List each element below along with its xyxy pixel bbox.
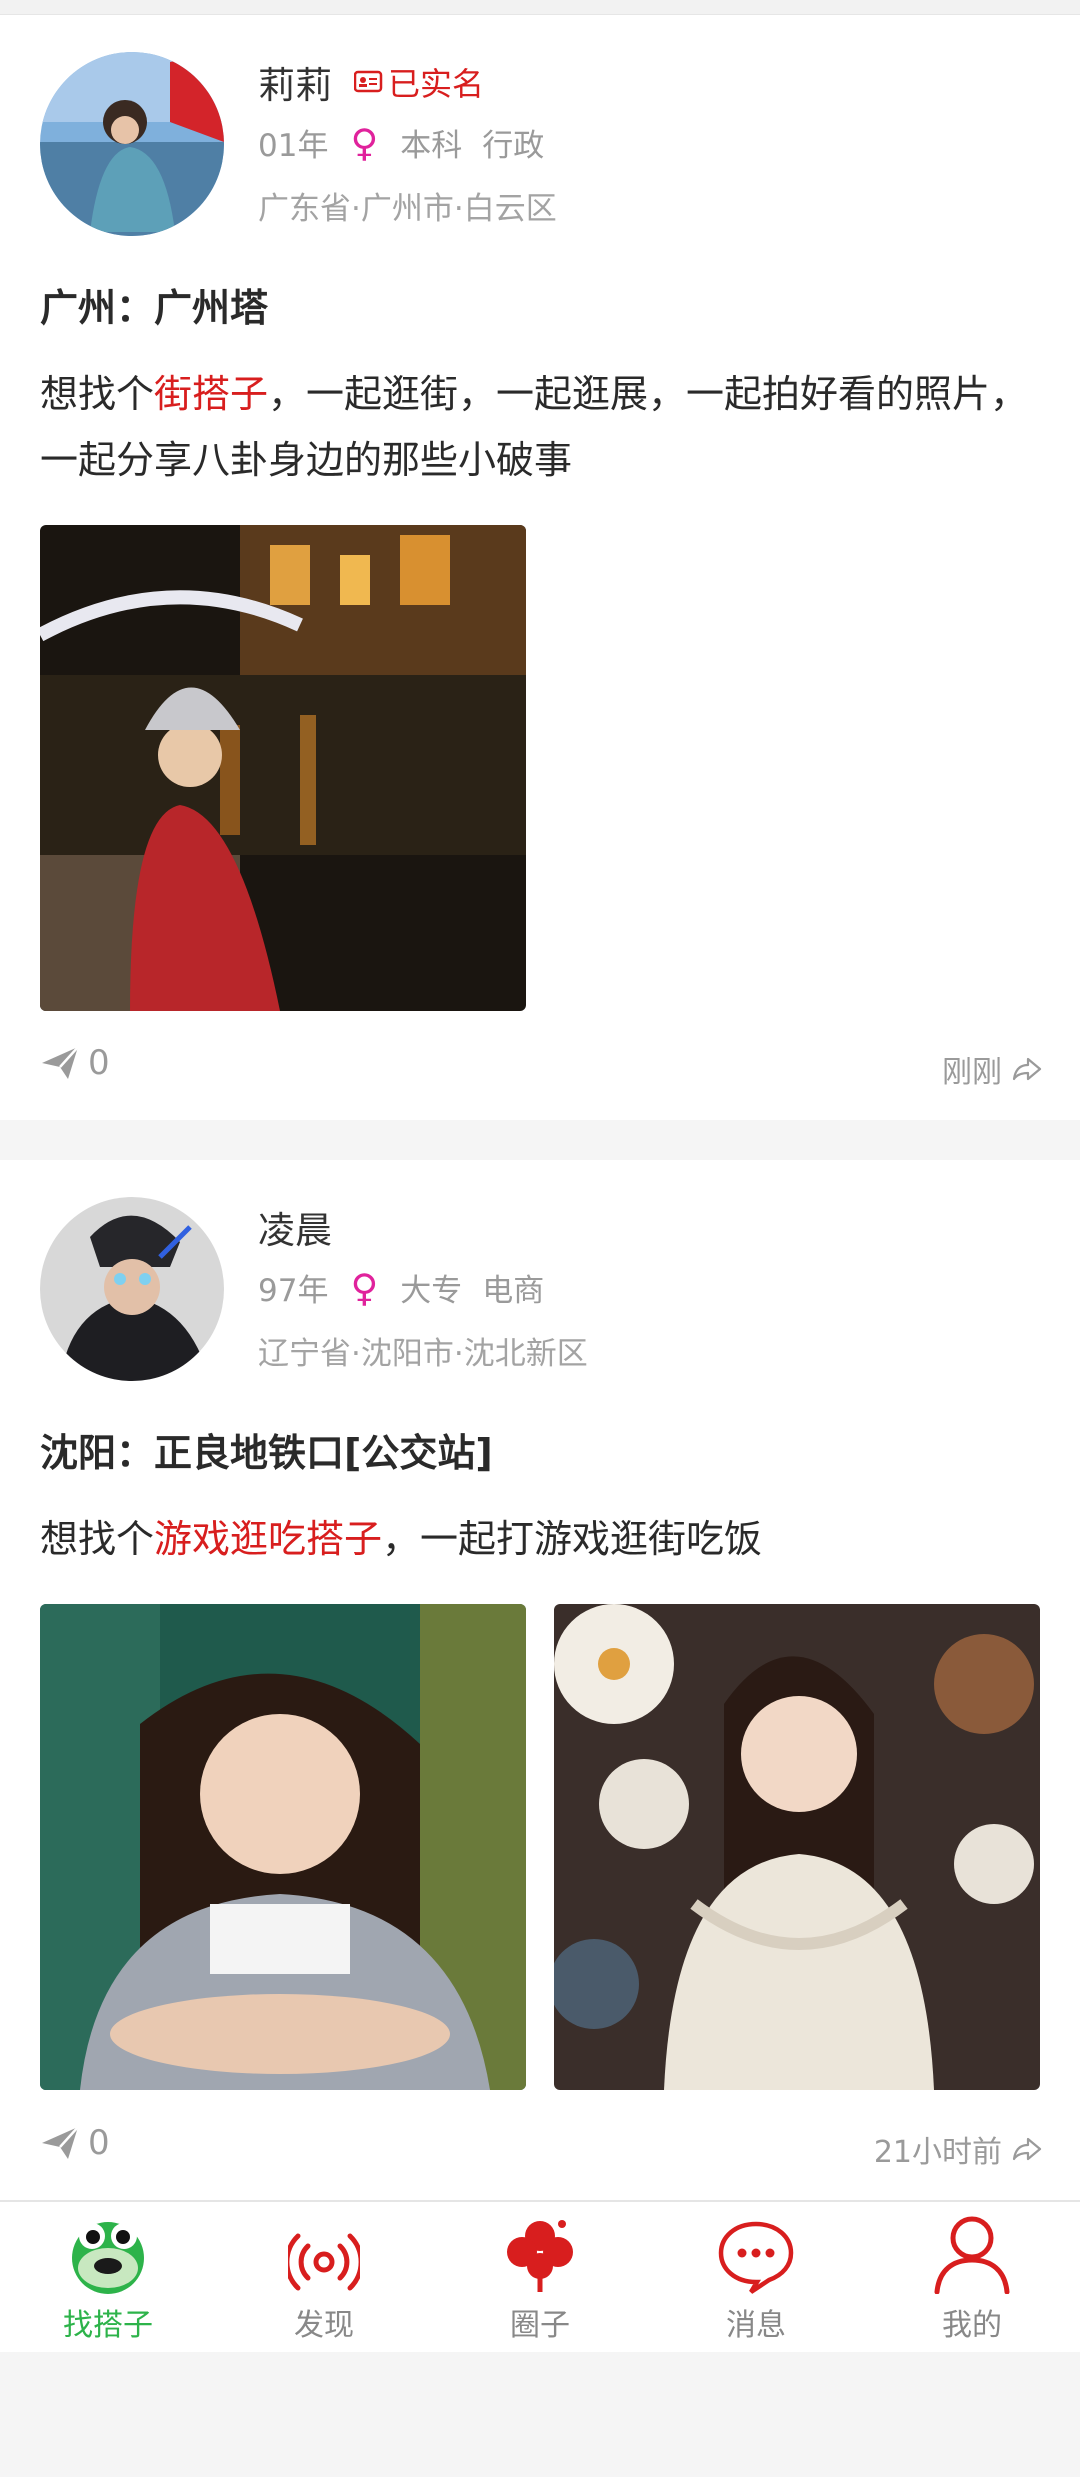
avatar[interactable]: [40, 1197, 224, 1381]
forward-icon[interactable]: [1012, 2135, 1042, 2163]
tab-label: 找搭子: [63, 2308, 153, 2343]
birth-year: 97年: [258, 1273, 329, 1309]
education: 本科: [400, 128, 463, 164]
id-card-icon: [354, 70, 383, 93]
user-location: 辽宁省·沈阳市·沈北新区: [258, 1336, 588, 1372]
user-name[interactable]: 莉莉: [258, 55, 332, 109]
post-card[interactable]: 莉莉 已实名 01年 ♀ 本科 行政 广东省·广州市·白云区 广州：广州塔 想找…: [0, 15, 1080, 1120]
post-photo[interactable]: [554, 1604, 1040, 2090]
tab-mine[interactable]: 我的: [892, 2212, 1052, 2344]
forward-icon[interactable]: [1012, 1055, 1042, 1083]
tab-discover[interactable]: 发现: [244, 2212, 404, 2344]
share-button[interactable]: 0: [40, 1043, 110, 1083]
avatar[interactable]: [40, 52, 224, 236]
chat-bubble-icon: [718, 2221, 794, 2294]
frog-icon: [72, 2222, 144, 2294]
verified-label: 已实名: [388, 65, 485, 103]
education: 大专: [400, 1273, 463, 1309]
share-count: 0: [88, 1043, 110, 1083]
user-name[interactable]: 凌晨: [258, 1200, 332, 1254]
desc-text: 想找个: [40, 372, 155, 416]
post-description: 想找个游戏逛吃搭子，一起打游戏逛街吃饭: [40, 1506, 1050, 1572]
share-count: 0: [88, 2123, 110, 2163]
job: 行政: [482, 128, 545, 164]
share-button[interactable]: 0: [40, 2123, 110, 2163]
desc-highlight: 街搭子: [154, 372, 269, 416]
desc-highlight: 游戏逛吃搭子: [154, 1517, 383, 1561]
desc-text: 想找个: [40, 1517, 155, 1561]
send-icon: [42, 2126, 79, 2159]
user-icon: [934, 2216, 1010, 2294]
time-label: 刚刚: [942, 1055, 1002, 1090]
post-time: 21小时前: [874, 2127, 1042, 2171]
broadcast-icon: [288, 2233, 360, 2291]
female-icon: ♀: [350, 1265, 379, 1310]
user-meta: 97年 ♀ 大专 电商: [258, 1265, 544, 1310]
bottom-tab-bar: 找搭子 发现 圈子 消息 我的: [0, 2200, 1080, 2352]
tab-messages[interactable]: 消息: [676, 2212, 836, 2344]
meet-place: 广州：广州塔: [40, 286, 269, 330]
top-divider: [0, 0, 1080, 15]
tab-find-partner[interactable]: 找搭子: [28, 2212, 188, 2344]
female-icon: ♀: [350, 120, 379, 165]
send-icon: [42, 1046, 79, 1079]
meet-place: 沈阳：正良地铁口[公交站]: [40, 1431, 493, 1475]
post-description: 想找个街搭子，一起逛街，一起逛展，一起拍好看的照片，一起分享八卦身边的那些小破事: [40, 361, 1050, 493]
user-meta: 01年 ♀ 本科 行政: [258, 120, 544, 165]
tab-circle[interactable]: 圈子: [460, 2212, 620, 2344]
job: 电商: [482, 1273, 545, 1309]
tab-label: 我的: [942, 2308, 1002, 2343]
clover-icon: [507, 2220, 573, 2292]
user-location: 广东省·广州市·白云区: [258, 191, 557, 227]
time-label: 21小时前: [873, 2135, 1002, 2170]
post-photo[interactable]: [40, 1604, 526, 2090]
tab-label: 圈子: [510, 2308, 570, 2343]
tab-label: 消息: [726, 2308, 786, 2343]
birth-year: 01年: [258, 128, 329, 164]
post-time: 刚刚: [942, 1047, 1042, 1091]
post-card[interactable]: 凌晨 97年 ♀ 大专 电商 辽宁省·沈阳市·沈北新区 沈阳：正良地铁口[公交站…: [0, 1160, 1080, 2200]
desc-text: ，一起打游戏逛街吃饭: [382, 1517, 763, 1561]
post-photo[interactable]: [40, 525, 526, 1011]
verified-badge: 已实名: [354, 59, 484, 105]
tab-label: 发现: [294, 2308, 354, 2343]
